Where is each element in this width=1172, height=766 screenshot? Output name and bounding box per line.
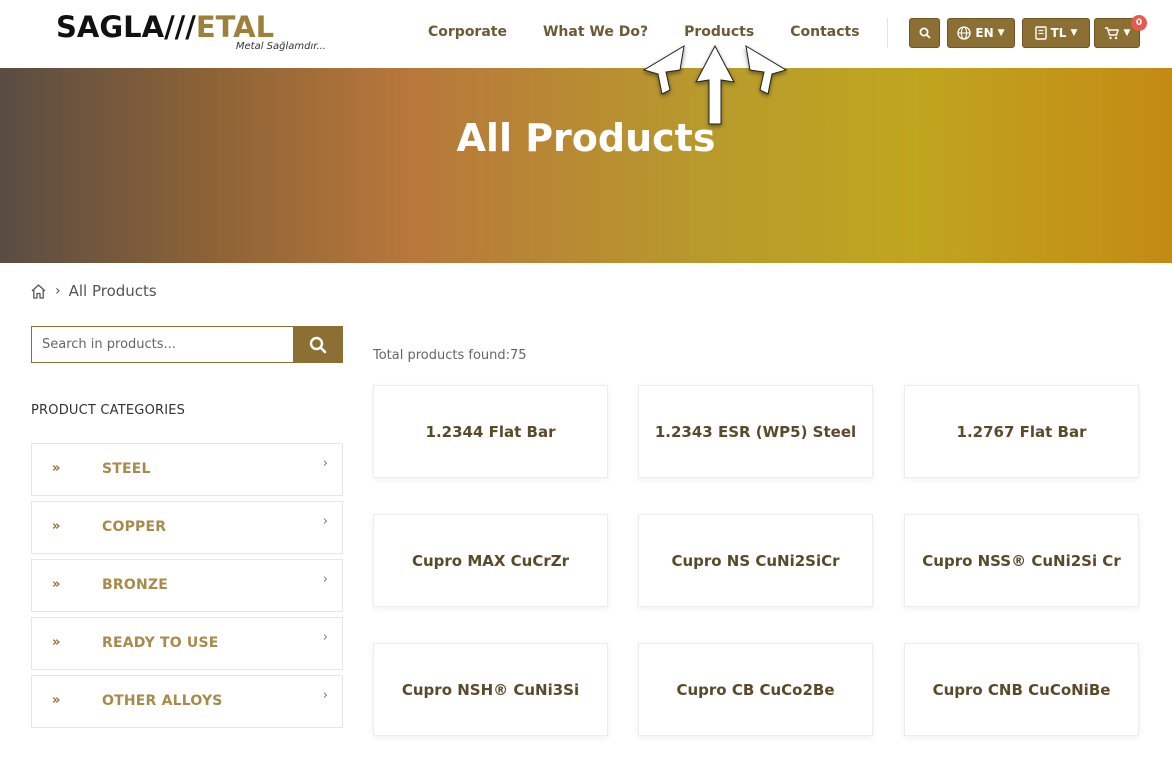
nav-products[interactable]: Products xyxy=(684,22,754,42)
product-search xyxy=(31,326,343,363)
cart-count-badge: 0 xyxy=(1131,15,1147,31)
product-card[interactable]: Cupro CB CuCo2Be xyxy=(638,643,873,736)
double-chevron-icon: » xyxy=(52,519,61,534)
logo[interactable]: SAGLA///ETAL Metal Sağlamdır... xyxy=(56,10,328,58)
category-label: BRONZE xyxy=(102,577,168,593)
product-card[interactable]: 1.2767 Flat Bar xyxy=(904,385,1139,478)
category-steel[interactable]: » STEEL › xyxy=(31,443,343,496)
category-label: READY TO USE xyxy=(102,635,219,651)
logo-wordmark: SAGLA///ETAL xyxy=(56,10,274,44)
language-label: EN xyxy=(975,26,994,40)
chevron-right-icon: › xyxy=(322,630,328,645)
logo-slashes: /// xyxy=(164,10,196,44)
home-icon[interactable] xyxy=(30,283,47,300)
search-button[interactable] xyxy=(293,326,343,363)
nav-divider xyxy=(887,18,888,48)
category-bronze[interactable]: » BRONZE › xyxy=(31,559,343,612)
category-other-alloys[interactable]: » OTHER ALLOYS › xyxy=(31,675,343,728)
category-label: COPPER xyxy=(102,519,167,535)
category-list: » STEEL › » COPPER › » BRONZE › » READY … xyxy=(31,443,343,733)
total-products-count: Total products found:75 xyxy=(373,348,527,363)
categories-heading: PRODUCT CATEGORIES xyxy=(31,403,186,418)
chevron-right-icon: › xyxy=(322,514,328,529)
double-chevron-icon: » xyxy=(52,635,61,650)
hero-banner: All Products xyxy=(0,68,1172,263)
chevron-right-icon: › xyxy=(322,572,328,587)
site-header: SAGLA///ETAL Metal Sağlamdır... Corporat… xyxy=(0,0,1172,68)
category-copper[interactable]: » COPPER › xyxy=(31,501,343,554)
double-chevron-icon: » xyxy=(52,693,61,708)
product-card[interactable]: Cupro NSS® CuNi2Si Cr xyxy=(904,514,1139,607)
wallet-icon xyxy=(1034,26,1047,40)
breadcrumb-current: All Products xyxy=(68,282,157,300)
search-input[interactable] xyxy=(31,326,293,363)
logo-tagline: Metal Sağlamdır... xyxy=(235,41,326,52)
pointer-arrows-icon xyxy=(642,44,788,125)
chevron-right-icon: › xyxy=(322,456,328,471)
product-card[interactable]: Cupro NSH® CuNi3Si xyxy=(373,643,608,736)
double-chevron-icon: » xyxy=(52,577,61,592)
cart-icon xyxy=(1104,27,1119,40)
breadcrumb: › All Products xyxy=(30,282,157,300)
double-chevron-icon: » xyxy=(52,461,61,476)
category-label: OTHER ALLOYS xyxy=(102,693,223,709)
nav-contacts[interactable]: Contacts xyxy=(790,22,859,42)
search-icon xyxy=(309,336,327,353)
chevron-down-icon: ▼ xyxy=(997,28,1005,38)
nav-what-we-do[interactable]: What We Do? xyxy=(543,22,648,42)
main-nav: Corporate What We Do? Products Contacts xyxy=(410,22,878,42)
category-ready-to-use[interactable]: » READY TO USE › xyxy=(31,617,343,670)
search-icon xyxy=(919,27,931,39)
product-card[interactable]: 1.2344 Flat Bar xyxy=(373,385,608,478)
currency-label: TL xyxy=(1050,26,1067,40)
globe-icon xyxy=(957,26,972,40)
product-card[interactable]: Cupro NS CuNi2SiCr xyxy=(638,514,873,607)
category-label: STEEL xyxy=(102,461,151,477)
product-card[interactable]: 1.2343 ESR (WP5) Steel xyxy=(638,385,873,478)
header-search-button[interactable] xyxy=(909,18,940,48)
chevron-down-icon: ▼ xyxy=(1070,28,1078,38)
nav-corporate[interactable]: Corporate xyxy=(428,22,507,42)
page-title: All Products xyxy=(456,116,716,160)
chevron-down-icon: ▼ xyxy=(1123,28,1131,38)
language-selector[interactable]: EN ▼ xyxy=(947,18,1015,48)
logo-dark-part: SAGLA xyxy=(56,10,165,44)
product-card[interactable]: Cupro CNB CuCoNiBe xyxy=(904,643,1139,736)
cart-button[interactable]: ▼ 0 xyxy=(1094,15,1147,48)
product-card[interactable]: Cupro MAX CuCrZr xyxy=(373,514,608,607)
breadcrumb-chevron-icon: › xyxy=(55,283,61,299)
chevron-right-icon: › xyxy=(322,688,328,703)
currency-selector[interactable]: TL ▼ xyxy=(1022,18,1090,48)
logo-gold-part: ETAL xyxy=(195,10,275,44)
